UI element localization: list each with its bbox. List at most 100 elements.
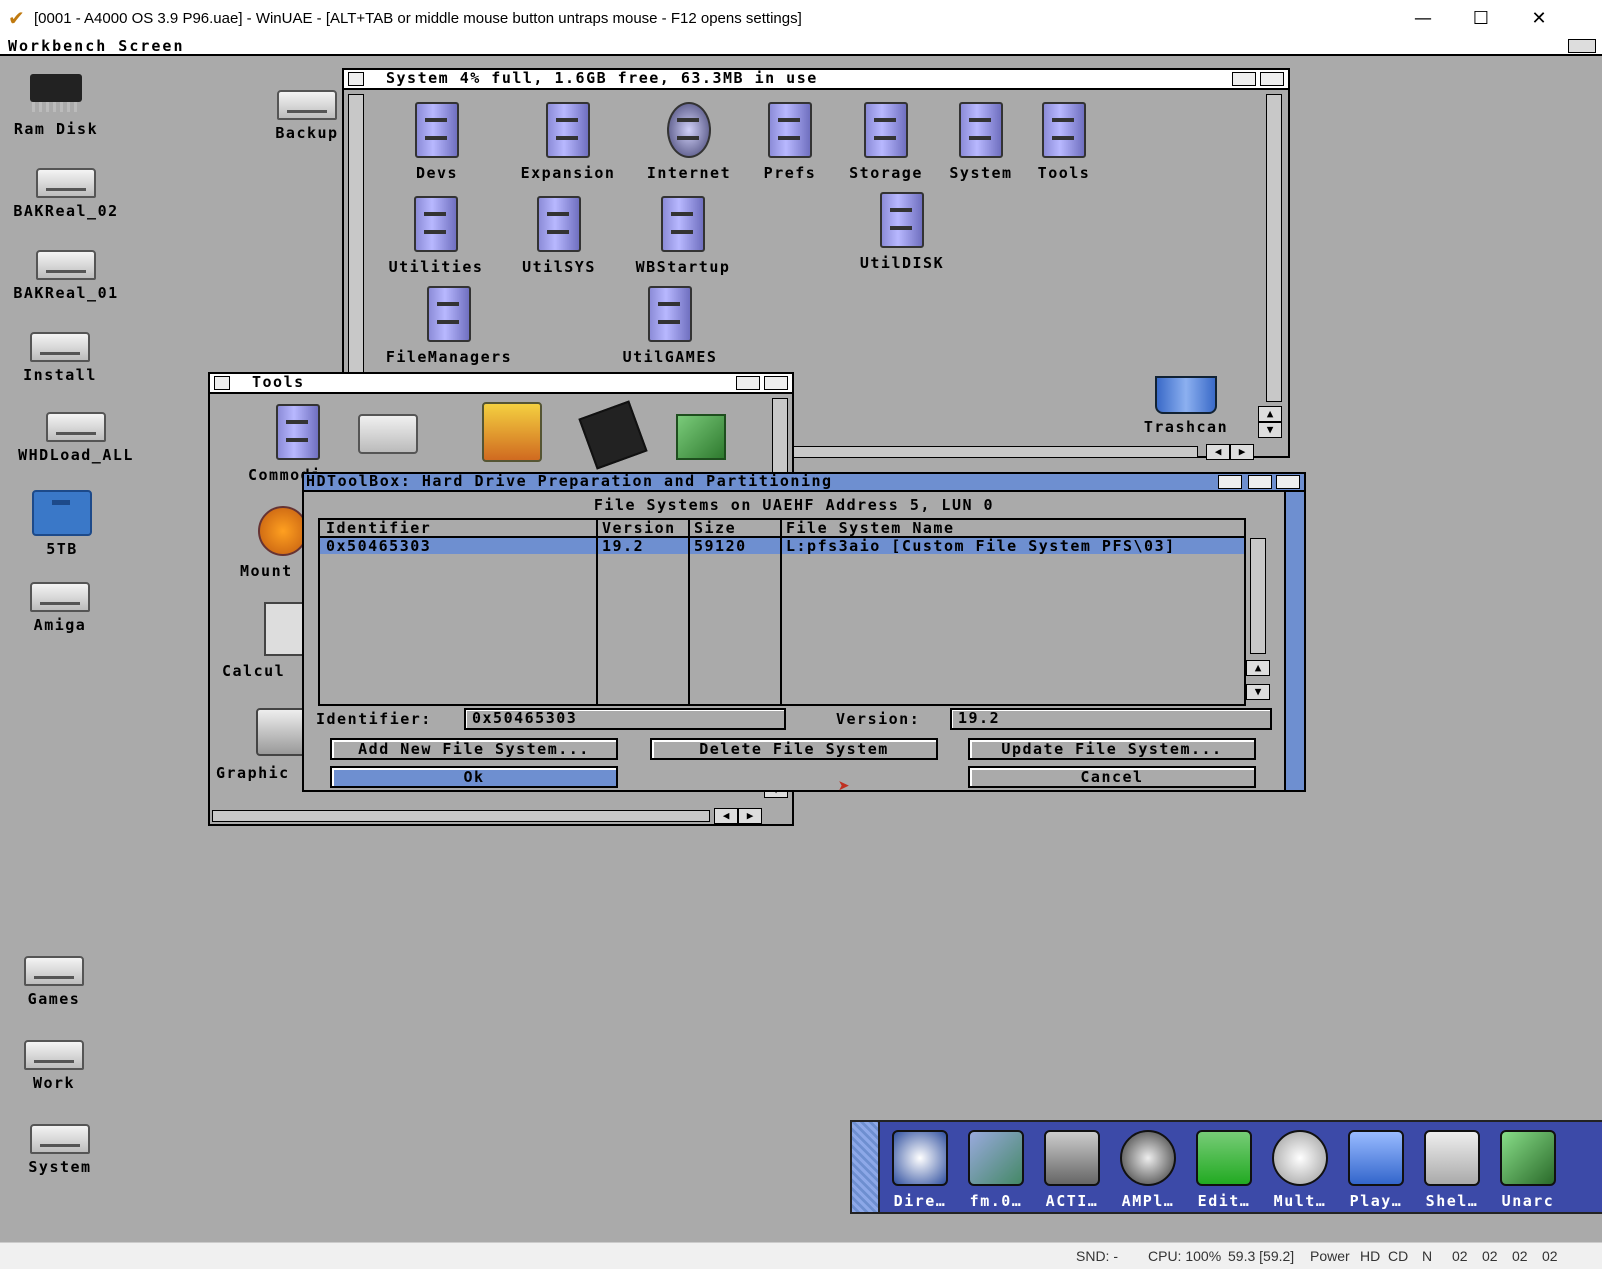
update-file-system-button[interactable]: Update File System...	[968, 738, 1256, 760]
list-scroll-up-arrow[interactable]: ▲	[1246, 660, 1270, 676]
right-scroll-bar[interactable]	[1266, 94, 1282, 402]
column-file-system-name[interactable]: File System Name	[786, 519, 955, 537]
df1-status[interactable]: 02	[1482, 1248, 1498, 1264]
depth-gadget[interactable]	[1260, 72, 1284, 86]
dock-item-acti[interactable]: ACTI…	[1034, 1130, 1110, 1210]
drawer-prefs[interactable]: Prefs	[748, 102, 832, 182]
df3-status[interactable]: 02	[1542, 1248, 1558, 1264]
desktop-icon-backup[interactable]: Backup	[262, 90, 352, 142]
zoom-gadget[interactable]	[1248, 475, 1272, 489]
drawer-system[interactable]: System	[938, 102, 1024, 182]
zoom-gadget[interactable]	[1232, 72, 1256, 86]
gears-icon	[258, 506, 308, 556]
df2-status[interactable]: 02	[1512, 1248, 1528, 1264]
depth-gadget[interactable]	[764, 376, 788, 390]
iconify-gadget[interactable]	[1218, 475, 1242, 489]
drawer-utilities[interactable]: Utilities	[378, 196, 494, 276]
close-gadget[interactable]	[348, 72, 364, 86]
bottom-scroll-bar[interactable]	[764, 446, 1198, 458]
player-icon	[1348, 1130, 1404, 1186]
drawer-filemanagers[interactable]: FileManagers	[374, 286, 524, 366]
desktop-icon-games[interactable]: Games	[4, 956, 104, 1008]
list-scroll-down-arrow[interactable]: ▼	[1246, 684, 1270, 700]
desktop-icon-bakreal-02[interactable]: BAKReal_02	[4, 168, 128, 220]
add-new-file-system-button[interactable]: Add New File System...	[330, 738, 618, 760]
cancel-button[interactable]: Cancel	[968, 766, 1256, 788]
version-label: Version:	[836, 710, 921, 728]
desktop-icon-bakreal-01[interactable]: BAKReal_01	[4, 250, 128, 302]
drawer-internet[interactable]: Internet	[634, 102, 744, 182]
scroll-right-arrow[interactable]: ▶	[738, 808, 762, 824]
column-size[interactable]: Size	[694, 519, 736, 537]
drive-icon	[36, 168, 96, 198]
df0-status[interactable]: 02	[1452, 1248, 1468, 1264]
dock-item-ampl[interactable]: AMPl…	[1110, 1130, 1186, 1210]
dock-item-dire[interactable]: Dire…	[882, 1130, 958, 1210]
drawer-tools[interactable]: Tools	[1028, 102, 1100, 182]
hdtoolbox-window[interactable]: HDToolBox: Hard Drive Preparation and Pa…	[302, 472, 1306, 798]
drawer-expansion[interactable]: Expansion	[502, 102, 634, 182]
table-row[interactable]: 0x50465303 19.2 59120 L:pfs3aio [Custom …	[320, 537, 1244, 555]
list-scroll-bar[interactable]	[1250, 538, 1266, 654]
scroll-left-arrow[interactable]: ◀	[1206, 444, 1230, 460]
scroll-up-arrow[interactable]: ▲	[1258, 406, 1282, 422]
column-version[interactable]: Version	[602, 519, 676, 537]
dock-bar[interactable]: Dire… fm.0… ACTI… AMPl… Edit… Mult… Play…	[850, 1120, 1602, 1214]
notepad-icon	[1196, 1130, 1252, 1186]
zoom-gadget[interactable]	[736, 376, 760, 390]
close-gadget[interactable]	[214, 376, 230, 390]
file-system-list[interactable]: Identifier Version Size File System Name…	[318, 518, 1246, 706]
drawer-storage[interactable]: Storage	[838, 102, 934, 182]
dock-item-play[interactable]: Play…	[1338, 1130, 1414, 1210]
screen-depth-gadget[interactable]	[1568, 39, 1596, 53]
identifier-label: Identifier:	[316, 710, 432, 728]
hd-led[interactable]: HD	[1360, 1248, 1380, 1264]
desktop-icon-5tb[interactable]: 5TB	[12, 490, 112, 558]
cabinet-icon	[415, 102, 459, 158]
desktop-icon-work[interactable]: Work	[4, 1040, 104, 1092]
system-window-title-bar[interactable]: System 4% full, 1.6GB free, 63.3MB in us…	[344, 69, 1288, 90]
drawer-wbstartup[interactable]: WBStartup	[628, 196, 738, 276]
scroll-down-arrow[interactable]: ▼	[1258, 422, 1282, 438]
cabinet-icon	[959, 102, 1003, 158]
dock-item-unarc[interactable]: Unarc	[1490, 1130, 1566, 1210]
power-led[interactable]: Power	[1310, 1248, 1350, 1264]
scroll-left-arrow[interactable]: ◀	[714, 808, 738, 824]
close-button[interactable]: ✕	[1516, 4, 1562, 34]
mouse-pointer-icon: ➤	[838, 774, 851, 798]
dock-drag-handle[interactable]	[852, 1122, 880, 1212]
cd-led[interactable]: CD	[1388, 1248, 1408, 1264]
n-led[interactable]: N	[1422, 1248, 1432, 1264]
desktop-icon-whdload-all[interactable]: WHDLoad_ALL	[4, 412, 148, 464]
drawer-utilsys[interactable]: UtilSYS	[514, 196, 604, 276]
hdtoolbox-title-bar[interactable]: HDToolBox: Hard Drive Preparation and Pa…	[304, 472, 1304, 492]
column-identifier[interactable]: Identifier	[326, 519, 431, 537]
amiga-screen[interactable]: Workbench Screen Ram Disk BAKReal_02 BAK…	[0, 38, 1602, 1242]
scroll-right-arrow[interactable]: ▶	[1230, 444, 1254, 460]
dock-item-edit[interactable]: Edit…	[1186, 1130, 1262, 1210]
delete-file-system-button[interactable]: Delete File System	[650, 738, 938, 760]
bottom-scroll-bar[interactable]	[212, 810, 710, 822]
drawer-utildisk[interactable]: UtilDISK	[852, 192, 952, 272]
ok-button[interactable]: Ok	[330, 766, 618, 788]
desktop-icon-ram-disk[interactable]: Ram Disk	[6, 74, 106, 138]
drawer-utilgames[interactable]: UtilGAMES	[612, 286, 728, 366]
workbench-screen-bar[interactable]: Workbench Screen	[0, 38, 1602, 56]
desktop-icon-install[interactable]: Install	[10, 332, 110, 384]
fps-status: 59.3 [59.2]	[1228, 1248, 1295, 1264]
host-title-bar[interactable]: ✔ [0001 - A4000 OS 3.9 P96.uae] - WinUAE…	[0, 0, 1602, 38]
minimize-button[interactable]: —	[1400, 4, 1446, 34]
maximize-button[interactable]: ☐	[1458, 4, 1504, 34]
desktop-icon-amiga[interactable]: Amiga	[10, 582, 110, 634]
desktop-icon-system[interactable]: System	[10, 1124, 110, 1176]
desktop-icon-trashcan[interactable]: Trashcan	[1134, 376, 1238, 436]
drawer-devs[interactable]: Devs	[396, 102, 478, 182]
identifier-field[interactable]: 0x50465303	[464, 708, 786, 730]
dock-item-shel[interactable]: Shel…	[1414, 1130, 1490, 1210]
speaker-icon	[1120, 1130, 1176, 1186]
tools-window-title-bar[interactable]: Tools	[210, 373, 792, 394]
version-field[interactable]: 19.2	[950, 708, 1272, 730]
dock-item-mult[interactable]: Mult…	[1262, 1130, 1338, 1210]
dock-item-fm[interactable]: fm.0…	[958, 1130, 1034, 1210]
depth-gadget[interactable]	[1276, 475, 1300, 489]
